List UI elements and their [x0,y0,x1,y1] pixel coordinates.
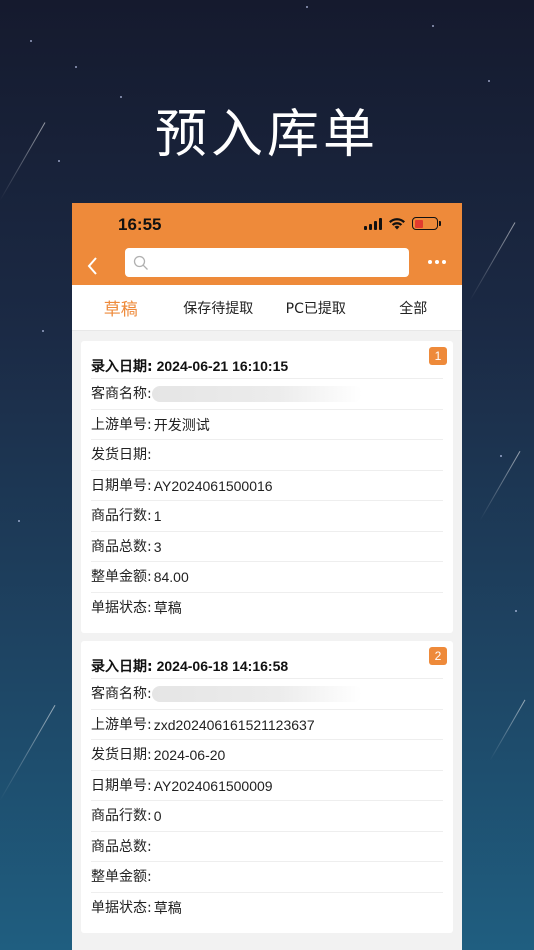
field-row: 发货日期: 2024-06-20 [91,740,443,771]
card-index-badge: 1 [429,347,447,365]
tab-all[interactable]: 全部 [365,298,463,318]
field-label: 上游单号: [91,716,152,733]
field-row: 单据状态: 草稿 [91,893,443,924]
field-value: AY2024061500009 [153,777,273,794]
field-row: 日期单号: AY2024061500009 [91,771,443,801]
entry-date-label: 录入日期: [91,359,153,375]
more-dots-icon[interactable] [428,260,446,264]
field-label: 发货日期: [91,747,152,763]
field-label: 商品行数: [91,808,152,824]
field-label: 发货日期: [91,447,152,463]
wifi-icon [389,217,405,229]
field-row: 上游单号: 开发测试 [91,410,443,440]
field-row: 客商名称: [91,379,443,410]
phone-screen: 16:55 草稿 保存待提取 PC已提取 全部 1 录入日期: 2024-06-… [72,203,462,950]
redacted-value [151,686,362,702]
tab-draft[interactable]: 草稿 [72,295,170,320]
card-entry-date: 录入日期: 2024-06-18 14:16:58 [91,649,443,679]
card-index-badge: 2 [429,647,447,665]
field-value: 草稿 [153,899,182,916]
field-label: 日期单号: [91,777,152,794]
status-bar: 16:55 [72,203,462,247]
entry-date-value: 2024-06-21 16:10:15 [156,358,289,374]
search-box[interactable] [125,248,409,277]
field-row: 客商名称: [91,679,443,710]
card-entry-date: 录入日期: 2024-06-21 16:10:15 [91,349,443,379]
nav-bar [72,247,462,285]
field-row: 商品行数: 0 [91,801,443,832]
status-icons [364,217,441,230]
field-label: 商品行数: [91,508,152,524]
field-value: 3 [153,538,162,555]
order-list: 1 录入日期: 2024-06-21 16:10:15 客商名称: 上游单号: 开发… [72,331,462,933]
field-value: AY2024061500016 [153,477,273,494]
field-label: 客商名称: [91,686,152,702]
field-row: 上游单号: zxd202406161521123637 [91,710,443,740]
field-label: 商品总数: [91,838,152,855]
order-card[interactable]: 1 录入日期: 2024-06-21 16:10:15 客商名称: 上游单号: 开发… [81,341,453,633]
field-label: 客商名称: [91,386,152,402]
field-row: 整单金额: [91,862,443,893]
battery-icon [412,217,441,230]
field-row: 发货日期: [91,440,443,471]
field-label: 单据状态: [91,599,152,616]
field-row: 商品行数: 1 [91,501,443,532]
field-label: 商品总数: [91,538,152,555]
hero-title: 预入库单 [154,105,379,165]
field-row: 商品总数: 3 [91,532,443,562]
status-time: 16:55 [118,215,162,234]
search-icon [133,255,148,270]
field-row: 整单金额: 84.00 [91,562,443,593]
field-label: 单据状态: [91,899,152,916]
field-value: 1 [153,508,162,524]
field-row: 单据状态: 草稿 [91,593,443,624]
chevron-left-icon[interactable] [82,253,104,279]
field-value: 84.00 [153,569,189,585]
field-value: zxd202406161521123637 [153,716,315,733]
field-label: 整单金额: [91,569,152,585]
field-label: 上游单号: [91,416,152,433]
field-label: 整单金额: [91,869,152,885]
entry-date-value: 2024-06-18 14:16:58 [156,658,289,674]
tab-bar: 草稿 保存待提取 PC已提取 全部 [72,285,462,331]
field-row: 日期单号: AY2024061500016 [91,471,443,501]
field-value: 草稿 [153,599,182,616]
search-input[interactable] [155,254,409,271]
entry-date-label: 录入日期: [91,659,153,675]
signal-icon [364,217,382,230]
field-value: 0 [153,808,162,824]
field-label: 日期单号: [91,477,152,494]
order-card[interactable]: 2 录入日期: 2024-06-18 14:16:58 客商名称: 上游单号: zx… [81,641,453,933]
field-value: 开发测试 [153,416,210,433]
tab-pc-extracted[interactable]: PC已提取 [267,298,365,318]
battery-level [414,219,423,228]
redacted-value [151,386,362,402]
field-row: 商品总数: [91,832,443,862]
tab-pending[interactable]: 保存待提取 [170,298,268,318]
field-value: 2024-06-20 [153,747,226,763]
